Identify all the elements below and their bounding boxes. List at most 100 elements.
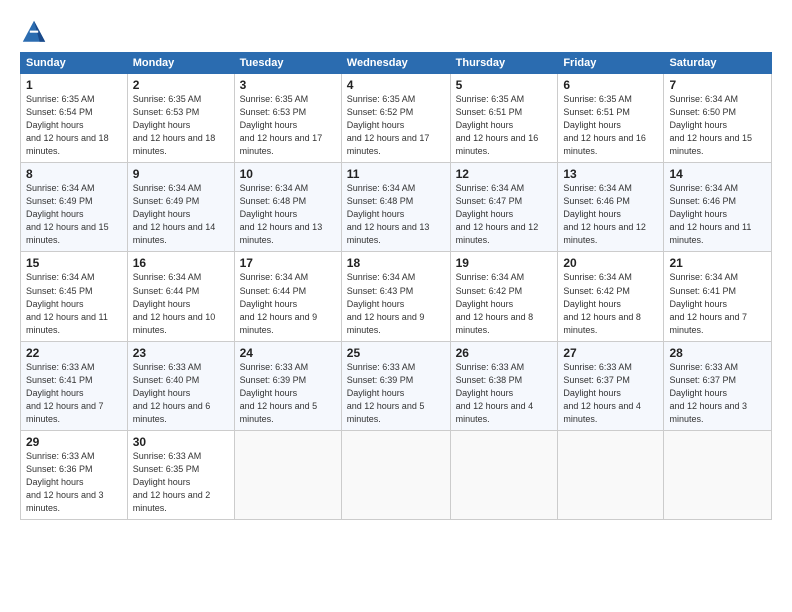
day-info: Sunrise: 6:33 AMSunset: 6:37 PMDaylight … — [563, 362, 641, 424]
day-number: 21 — [669, 256, 766, 270]
calendar-cell: 17 Sunrise: 6:34 AMSunset: 6:44 PMDaylig… — [234, 252, 341, 341]
calendar-cell — [558, 430, 664, 519]
day-info: Sunrise: 6:35 AMSunset: 6:53 PMDaylight … — [240, 94, 323, 156]
day-number: 13 — [563, 167, 658, 181]
day-info: Sunrise: 6:34 AMSunset: 6:47 PMDaylight … — [456, 183, 539, 245]
calendar-cell: 19 Sunrise: 6:34 AMSunset: 6:42 PMDaylig… — [450, 252, 558, 341]
day-number: 26 — [456, 346, 553, 360]
day-info: Sunrise: 6:34 AMSunset: 6:49 PMDaylight … — [26, 183, 109, 245]
day-info: Sunrise: 6:35 AMSunset: 6:51 PMDaylight … — [563, 94, 646, 156]
col-saturday: Saturday — [664, 53, 772, 74]
calendar-cell: 2 Sunrise: 6:35 AMSunset: 6:53 PMDayligh… — [127, 74, 234, 163]
calendar-cell: 12 Sunrise: 6:34 AMSunset: 6:47 PMDaylig… — [450, 163, 558, 252]
calendar-week-row: 29 Sunrise: 6:33 AMSunset: 6:36 PMDaylig… — [21, 430, 772, 519]
calendar-week-row: 15 Sunrise: 6:34 AMSunset: 6:45 PMDaylig… — [21, 252, 772, 341]
day-info: Sunrise: 6:34 AMSunset: 6:44 PMDaylight … — [133, 272, 216, 334]
day-number: 4 — [347, 78, 445, 92]
col-friday: Friday — [558, 53, 664, 74]
calendar-header-row: Sunday Monday Tuesday Wednesday Thursday… — [21, 53, 772, 74]
day-number: 24 — [240, 346, 336, 360]
day-number: 30 — [133, 435, 229, 449]
calendar-cell: 8 Sunrise: 6:34 AMSunset: 6:49 PMDayligh… — [21, 163, 128, 252]
calendar-cell: 1 Sunrise: 6:35 AMSunset: 6:54 PMDayligh… — [21, 74, 128, 163]
day-info: Sunrise: 6:35 AMSunset: 6:54 PMDaylight … — [26, 94, 109, 156]
day-number: 2 — [133, 78, 229, 92]
calendar-cell: 29 Sunrise: 6:33 AMSunset: 6:36 PMDaylig… — [21, 430, 128, 519]
day-number: 11 — [347, 167, 445, 181]
day-info: Sunrise: 6:34 AMSunset: 6:44 PMDaylight … — [240, 272, 318, 334]
day-number: 3 — [240, 78, 336, 92]
header — [20, 18, 772, 46]
calendar-cell: 3 Sunrise: 6:35 AMSunset: 6:53 PMDayligh… — [234, 74, 341, 163]
day-info: Sunrise: 6:33 AMSunset: 6:40 PMDaylight … — [133, 362, 211, 424]
day-info: Sunrise: 6:34 AMSunset: 6:43 PMDaylight … — [347, 272, 425, 334]
calendar-cell: 27 Sunrise: 6:33 AMSunset: 6:37 PMDaylig… — [558, 341, 664, 430]
calendar-cell: 4 Sunrise: 6:35 AMSunset: 6:52 PMDayligh… — [341, 74, 450, 163]
day-number: 5 — [456, 78, 553, 92]
calendar-cell: 6 Sunrise: 6:35 AMSunset: 6:51 PMDayligh… — [558, 74, 664, 163]
col-sunday: Sunday — [21, 53, 128, 74]
calendar-cell: 30 Sunrise: 6:33 AMSunset: 6:35 PMDaylig… — [127, 430, 234, 519]
day-info: Sunrise: 6:34 AMSunset: 6:42 PMDaylight … — [563, 272, 641, 334]
day-number: 29 — [26, 435, 122, 449]
day-info: Sunrise: 6:33 AMSunset: 6:39 PMDaylight … — [347, 362, 425, 424]
calendar-cell: 21 Sunrise: 6:34 AMSunset: 6:41 PMDaylig… — [664, 252, 772, 341]
calendar-cell: 5 Sunrise: 6:35 AMSunset: 6:51 PMDayligh… — [450, 74, 558, 163]
calendar-week-row: 8 Sunrise: 6:34 AMSunset: 6:49 PMDayligh… — [21, 163, 772, 252]
page: Sunday Monday Tuesday Wednesday Thursday… — [0, 0, 792, 612]
calendar-cell: 24 Sunrise: 6:33 AMSunset: 6:39 PMDaylig… — [234, 341, 341, 430]
day-info: Sunrise: 6:34 AMSunset: 6:46 PMDaylight … — [563, 183, 646, 245]
day-number: 7 — [669, 78, 766, 92]
day-number: 9 — [133, 167, 229, 181]
day-number: 15 — [26, 256, 122, 270]
day-info: Sunrise: 6:34 AMSunset: 6:41 PMDaylight … — [669, 272, 747, 334]
calendar-cell: 25 Sunrise: 6:33 AMSunset: 6:39 PMDaylig… — [341, 341, 450, 430]
calendar-cell: 15 Sunrise: 6:34 AMSunset: 6:45 PMDaylig… — [21, 252, 128, 341]
calendar-cell: 22 Sunrise: 6:33 AMSunset: 6:41 PMDaylig… — [21, 341, 128, 430]
day-number: 17 — [240, 256, 336, 270]
day-number: 19 — [456, 256, 553, 270]
day-number: 12 — [456, 167, 553, 181]
day-number: 16 — [133, 256, 229, 270]
day-info: Sunrise: 6:34 AMSunset: 6:49 PMDaylight … — [133, 183, 216, 245]
logo-icon — [20, 18, 48, 46]
day-number: 28 — [669, 346, 766, 360]
col-tuesday: Tuesday — [234, 53, 341, 74]
calendar-cell: 9 Sunrise: 6:34 AMSunset: 6:49 PMDayligh… — [127, 163, 234, 252]
calendar-cell — [450, 430, 558, 519]
day-info: Sunrise: 6:34 AMSunset: 6:45 PMDaylight … — [26, 272, 108, 334]
day-info: Sunrise: 6:33 AMSunset: 6:41 PMDaylight … — [26, 362, 104, 424]
day-info: Sunrise: 6:34 AMSunset: 6:48 PMDaylight … — [240, 183, 323, 245]
calendar-cell: 13 Sunrise: 6:34 AMSunset: 6:46 PMDaylig… — [558, 163, 664, 252]
day-info: Sunrise: 6:33 AMSunset: 6:36 PMDaylight … — [26, 451, 104, 513]
calendar-week-row: 22 Sunrise: 6:33 AMSunset: 6:41 PMDaylig… — [21, 341, 772, 430]
calendar-cell — [341, 430, 450, 519]
day-info: Sunrise: 6:35 AMSunset: 6:52 PMDaylight … — [347, 94, 430, 156]
calendar-cell: 10 Sunrise: 6:34 AMSunset: 6:48 PMDaylig… — [234, 163, 341, 252]
day-number: 20 — [563, 256, 658, 270]
day-info: Sunrise: 6:33 AMSunset: 6:38 PMDaylight … — [456, 362, 534, 424]
logo — [20, 18, 52, 46]
day-info: Sunrise: 6:35 AMSunset: 6:51 PMDaylight … — [456, 94, 539, 156]
calendar-cell: 20 Sunrise: 6:34 AMSunset: 6:42 PMDaylig… — [558, 252, 664, 341]
day-number: 10 — [240, 167, 336, 181]
calendar-cell: 23 Sunrise: 6:33 AMSunset: 6:40 PMDaylig… — [127, 341, 234, 430]
calendar-cell: 28 Sunrise: 6:33 AMSunset: 6:37 PMDaylig… — [664, 341, 772, 430]
calendar-cell — [234, 430, 341, 519]
day-info: Sunrise: 6:34 AMSunset: 6:46 PMDaylight … — [669, 183, 751, 245]
day-number: 1 — [26, 78, 122, 92]
day-number: 23 — [133, 346, 229, 360]
col-wednesday: Wednesday — [341, 53, 450, 74]
col-monday: Monday — [127, 53, 234, 74]
day-info: Sunrise: 6:34 AMSunset: 6:42 PMDaylight … — [456, 272, 534, 334]
calendar-cell: 26 Sunrise: 6:33 AMSunset: 6:38 PMDaylig… — [450, 341, 558, 430]
calendar-week-row: 1 Sunrise: 6:35 AMSunset: 6:54 PMDayligh… — [21, 74, 772, 163]
day-number: 22 — [26, 346, 122, 360]
day-number: 27 — [563, 346, 658, 360]
day-info: Sunrise: 6:33 AMSunset: 6:39 PMDaylight … — [240, 362, 318, 424]
day-number: 8 — [26, 167, 122, 181]
day-info: Sunrise: 6:34 AMSunset: 6:48 PMDaylight … — [347, 183, 430, 245]
day-number: 14 — [669, 167, 766, 181]
day-info: Sunrise: 6:35 AMSunset: 6:53 PMDaylight … — [133, 94, 216, 156]
col-thursday: Thursday — [450, 53, 558, 74]
